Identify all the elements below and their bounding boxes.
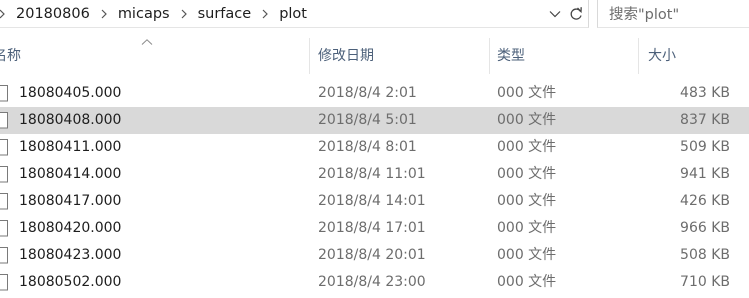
- address-bar[interactable]: 20180806 micaps surface plot: [0, 0, 589, 28]
- file-row[interactable]: 18080502.000 2018/8/4 23:00 000 文件 710 KB: [0, 269, 749, 296]
- file-name: 18080417.000: [19, 193, 122, 209]
- file-type: 000 文件: [497, 220, 557, 236]
- file-size: 710 KB: [680, 274, 730, 290]
- file-icon: [0, 274, 8, 291]
- file-icon: [0, 193, 8, 210]
- file-type: 000 文件: [497, 85, 557, 101]
- file-modified-date: 2018/8/4 5:01: [318, 112, 417, 128]
- file-row[interactable]: 18080405.000 2018/8/4 2:01 000 文件 483 KB: [0, 80, 749, 107]
- file-size: 508 KB: [680, 247, 730, 263]
- breadcrumb: 20180806 micaps surface plot: [0, 4, 311, 24]
- address-history-dropdown[interactable]: [545, 4, 565, 24]
- column-header-type[interactable]: 类型: [490, 38, 638, 74]
- file-name: 18080414.000: [19, 166, 122, 182]
- file-modified-date: 2018/8/4 17:01: [318, 220, 426, 236]
- file-icon: [0, 139, 8, 156]
- file-type: 000 文件: [497, 139, 557, 155]
- breadcrumb-item-surface[interactable]: surface: [194, 6, 256, 22]
- file-type: 000 文件: [497, 247, 557, 263]
- column-header-type-label: 类型: [497, 48, 525, 64]
- file-row[interactable]: 18080414.000 2018/8/4 11:01 000 文件 941 KB: [0, 161, 749, 188]
- breadcrumb-item-plot[interactable]: plot: [275, 6, 311, 22]
- file-list: 18080405.000 2018/8/4 2:01 000 文件 483 KB 180…: [0, 80, 749, 296]
- file-explorer-window: 20180806 micaps surface plot 搜索"plot" 称 …: [0, 0, 749, 298]
- file-icon: [0, 247, 8, 264]
- file-row[interactable]: 18080423.000 2018/8/4 20:01 000 文件 508 KB: [0, 242, 749, 269]
- file-icon: [0, 112, 8, 129]
- column-header-date-label: 修改日期: [318, 48, 374, 64]
- file-name: 18080423.000: [19, 247, 122, 263]
- file-name: 18080502.000: [19, 274, 122, 290]
- file-name: 18080405.000: [19, 85, 122, 101]
- file-icon: [0, 85, 8, 102]
- breadcrumb-item-micaps[interactable]: micaps: [114, 6, 174, 22]
- refresh-icon: [570, 7, 582, 20]
- chevron-right-icon[interactable]: [261, 9, 269, 19]
- file-type: 000 文件: [497, 274, 557, 290]
- file-size: 941 KB: [680, 166, 730, 182]
- file-row[interactable]: 18080417.000 2018/8/4 14:01 000 文件 426 KB: [0, 188, 749, 215]
- file-type: 000 文件: [497, 112, 557, 128]
- file-name: 18080420.000: [19, 220, 122, 236]
- file-type: 000 文件: [497, 193, 557, 209]
- column-header-date[interactable]: 修改日期: [310, 38, 489, 74]
- file-modified-date: 2018/8/4 14:01: [318, 193, 426, 209]
- chevron-right-icon[interactable]: [180, 9, 188, 19]
- search-placeholder: 搜索"plot": [609, 7, 680, 23]
- file-icon: [0, 166, 8, 183]
- refresh-button[interactable]: [566, 3, 586, 25]
- column-header-size[interactable]: 大小: [639, 38, 749, 74]
- column-header-size-label: 大小: [648, 48, 676, 64]
- file-modified-date: 2018/8/4 11:01: [318, 166, 426, 182]
- file-row[interactable]: 18080420.000 2018/8/4 17:01 000 文件 966 KB: [0, 215, 749, 242]
- file-name: 18080411.000: [19, 139, 122, 155]
- file-type: 000 文件: [497, 166, 557, 182]
- file-modified-date: 2018/8/4 8:01: [318, 139, 417, 155]
- file-modified-date: 2018/8/4 20:01: [318, 247, 426, 263]
- file-row[interactable]: 18080408.000 2018/8/4 5:01 000 文件 837 KB: [0, 107, 749, 134]
- file-icon: [0, 220, 8, 237]
- file-size: 483 KB: [680, 85, 730, 101]
- file-modified-date: 2018/8/4 23:00: [318, 274, 426, 290]
- file-size: 426 KB: [680, 193, 730, 209]
- file-modified-date: 2018/8/4 2:01: [318, 85, 417, 101]
- column-header-name[interactable]: 名称: [0, 38, 309, 74]
- column-header-name-label: 名称: [0, 48, 21, 64]
- column-headers: 名称 修改日期 类型 大小: [0, 38, 749, 74]
- file-size: 509 KB: [680, 139, 730, 155]
- breadcrumb-item-20180806[interactable]: 20180806: [12, 6, 94, 22]
- chevron-right-icon[interactable]: [100, 9, 108, 19]
- file-name: 18080408.000: [19, 112, 122, 128]
- chevron-down-icon: [549, 11, 561, 18]
- search-input[interactable]: 搜索"plot": [597, 0, 749, 28]
- chevron-right-icon[interactable]: [0, 9, 6, 19]
- file-row[interactable]: 18080411.000 2018/8/4 8:01 000 文件 509 KB: [0, 134, 749, 161]
- file-size: 966 KB: [680, 220, 730, 236]
- file-size: 837 KB: [680, 112, 730, 128]
